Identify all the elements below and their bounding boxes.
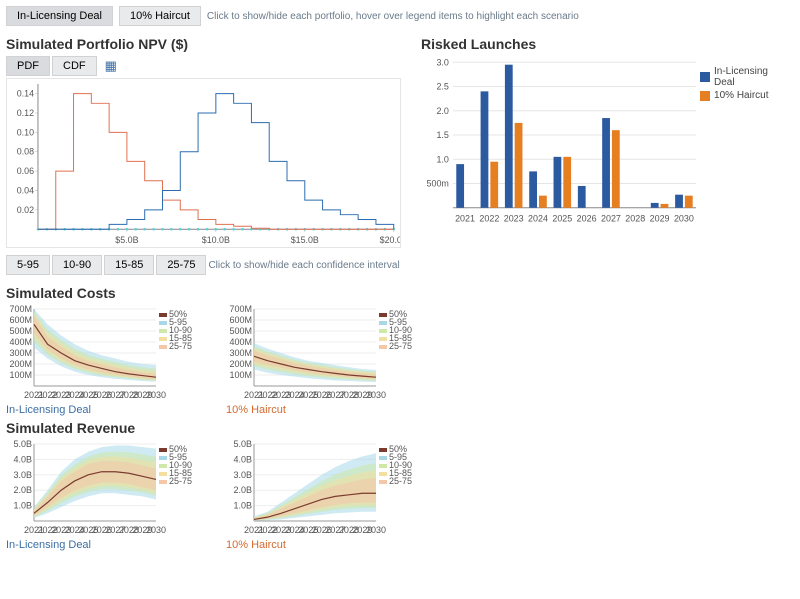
svg-text:200M: 200M <box>229 359 252 369</box>
scenario-b-button[interactable]: 10% Haircut <box>119 6 201 26</box>
svg-text:2021: 2021 <box>455 214 475 224</box>
svg-text:25-75: 25-75 <box>389 476 412 486</box>
svg-text:$5.0B: $5.0B <box>115 235 138 245</box>
svg-text:1.0: 1.0 <box>436 154 448 164</box>
svg-text:0.12: 0.12 <box>17 108 34 118</box>
costs-label-b: 10% Haircut <box>226 404 416 416</box>
svg-text:5.0B: 5.0B <box>233 440 252 449</box>
legend-swatch-a <box>700 72 710 82</box>
svg-text:$10.0B: $10.0B <box>202 235 230 245</box>
svg-text:25-75: 25-75 <box>169 341 192 351</box>
svg-text:2.0B: 2.0B <box>13 485 32 495</box>
revenue-title: Simulated Revenue <box>6 420 794 436</box>
svg-text:1.0B: 1.0B <box>233 501 252 511</box>
svg-text:500m: 500m <box>426 179 448 189</box>
svg-text:2027: 2027 <box>601 214 621 224</box>
npv-chart: 0.02 0.04 0.06 0.08 0.10 0.12 0.14 $5.0B $10.0B $… <box>6 78 401 248</box>
npv-tab-pdf[interactable]: PDF <box>6 56 50 76</box>
svg-text:0.10: 0.10 <box>17 127 34 137</box>
costs-chart-a: 100M200M300M400M500M600M700M202120222023… <box>6 305 196 400</box>
grid-icon[interactable]: ▦ <box>105 58 117 74</box>
svg-text:2030: 2030 <box>146 525 166 535</box>
ci-5-95[interactable]: 5-95 <box>6 255 50 275</box>
svg-text:0.04: 0.04 <box>17 185 34 195</box>
svg-text:$20.0B: $20.0B <box>380 235 401 245</box>
svg-text:2030: 2030 <box>366 525 386 535</box>
svg-text:2.0B: 2.0B <box>233 485 252 495</box>
npv-tab-cdf[interactable]: CDF <box>52 56 97 76</box>
svg-text:0.06: 0.06 <box>17 166 34 176</box>
svg-text:3.0: 3.0 <box>436 57 448 67</box>
svg-text:2.0: 2.0 <box>436 106 448 116</box>
svg-text:700M: 700M <box>9 305 32 314</box>
svg-text:500M: 500M <box>229 326 252 336</box>
svg-text:2026: 2026 <box>577 214 597 224</box>
risked-chart: 500m 1.0 1.5 2.0 2.5 3.0 2021 2022 2023 2024 2025 2… <box>421 56 700 226</box>
svg-text:$15.0B: $15.0B <box>291 235 319 245</box>
ci-15-85[interactable]: 15-85 <box>104 255 154 275</box>
scenario-toolbar: In-Licensing Deal 10% Haircut Click to s… <box>6 6 794 26</box>
costs-chart-b: 100M200M300M400M500M600M700M202120222023… <box>226 305 416 400</box>
costs-title: Simulated Costs <box>6 285 794 301</box>
svg-text:0.02: 0.02 <box>17 205 34 215</box>
svg-text:3.0B: 3.0B <box>233 470 252 480</box>
svg-text:2030: 2030 <box>674 214 694 224</box>
risked-legend: In-Licensing Deal 10% Haircut <box>700 56 791 226</box>
svg-text:2030: 2030 <box>146 390 166 400</box>
legend-label-a: In-Licensing Deal <box>714 66 791 88</box>
svg-text:2023: 2023 <box>504 214 524 224</box>
svg-text:500M: 500M <box>9 326 32 336</box>
svg-text:1.5: 1.5 <box>436 130 448 140</box>
scenario-hint: Click to show/hide each portfolio, hover… <box>207 11 579 22</box>
revenue-chart-a: 1.0B2.0B3.0B4.0B5.0B20212022202320242025… <box>6 440 196 535</box>
revenue-chart-b: 1.0B2.0B3.0B4.0B5.0B20212022202320242025… <box>226 440 416 535</box>
svg-text:700M: 700M <box>229 305 252 314</box>
svg-text:1.0B: 1.0B <box>13 501 32 511</box>
svg-text:100M: 100M <box>9 370 32 380</box>
svg-text:0.08: 0.08 <box>17 147 34 157</box>
svg-text:2028: 2028 <box>625 214 645 224</box>
svg-text:100M: 100M <box>229 370 252 380</box>
svg-text:5.0B: 5.0B <box>13 440 32 449</box>
svg-text:2029: 2029 <box>650 214 670 224</box>
svg-text:3.0B: 3.0B <box>13 470 32 480</box>
ci-25-75[interactable]: 25-75 <box>156 255 206 275</box>
revenue-label-b: 10% Haircut <box>226 539 416 551</box>
svg-text:200M: 200M <box>9 359 32 369</box>
svg-text:300M: 300M <box>9 348 32 358</box>
svg-text:0.14: 0.14 <box>17 89 34 99</box>
svg-text:600M: 600M <box>229 315 252 325</box>
scenario-a-button[interactable]: In-Licensing Deal <box>6 6 113 26</box>
svg-text:4.0B: 4.0B <box>13 454 32 464</box>
costs-label-a: In-Licensing Deal <box>6 404 196 416</box>
legend-label-b: 10% Haircut <box>714 90 768 101</box>
risked-title: Risked Launches <box>421 36 791 52</box>
svg-text:2025: 2025 <box>552 214 572 224</box>
svg-text:25-75: 25-75 <box>389 341 412 351</box>
svg-text:600M: 600M <box>9 315 32 325</box>
svg-text:2022: 2022 <box>479 214 499 224</box>
svg-text:25-75: 25-75 <box>169 476 192 486</box>
svg-text:2024: 2024 <box>528 214 548 224</box>
svg-text:2.5: 2.5 <box>436 82 448 92</box>
svg-text:4.0B: 4.0B <box>233 454 252 464</box>
legend-swatch-b <box>700 91 710 101</box>
ci-10-90[interactable]: 10-90 <box>52 255 102 275</box>
svg-text:400M: 400M <box>229 337 252 347</box>
npv-title: Simulated Portfolio NPV ($) <box>6 36 401 52</box>
ci-hint: Click to show/hide each confidence inter… <box>208 260 399 271</box>
svg-text:2030: 2030 <box>366 390 386 400</box>
revenue-label-a: In-Licensing Deal <box>6 539 196 551</box>
svg-text:400M: 400M <box>9 337 32 347</box>
svg-text:300M: 300M <box>229 348 252 358</box>
